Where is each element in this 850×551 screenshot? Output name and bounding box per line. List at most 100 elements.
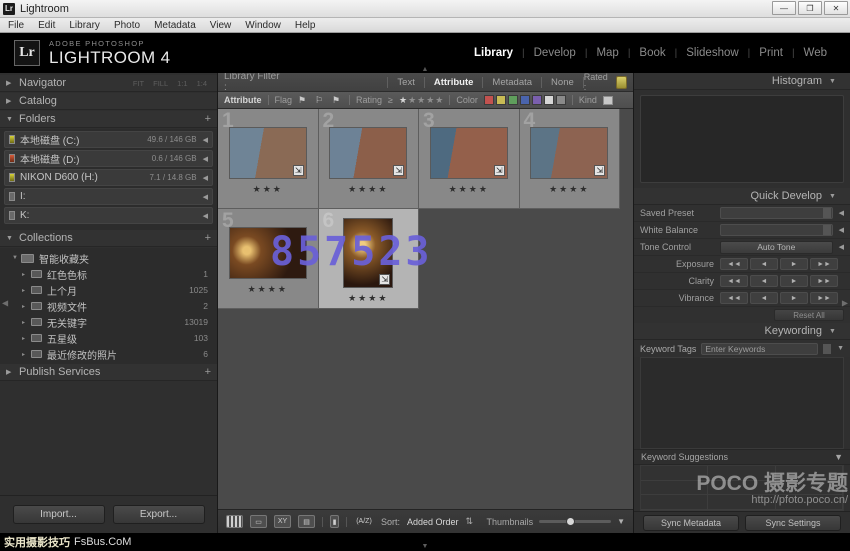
rating-stars[interactable]: ★ ★ ★ ★ ★ <box>399 95 443 106</box>
paint-spray-icon[interactable]: ▮ <box>330 515 339 528</box>
star-3-icon[interactable]: ★ <box>417 95 425 106</box>
suggestion-cell[interactable] <box>708 466 775 481</box>
clarity-increase[interactable]: ► <box>780 275 808 287</box>
filter-tab-metadata[interactable]: Metadata <box>483 77 541 88</box>
sort-az-icon[interactable]: (A/Z) <box>354 515 374 528</box>
filter-tab-none[interactable]: None <box>542 77 583 88</box>
exposure-decrease-large[interactable]: ◄◄ <box>720 258 748 270</box>
photo-thumbnail[interactable]: ⇲ <box>229 127 307 179</box>
list-item[interactable]: ▸ 无关键字 13019 <box>2 314 215 330</box>
slider-knob[interactable] <box>566 517 575 526</box>
filmstrip-collapse-arrow[interactable]: ▼ <box>422 543 429 550</box>
minimize-button[interactable]: — <box>772 1 796 15</box>
photo-grid[interactable]: 1 ⇲ ★★★ 2 ⇲ ★★★★ 3 <box>218 109 633 509</box>
star-2-icon[interactable]: ★ <box>408 95 416 106</box>
swatch-green[interactable] <box>508 95 518 105</box>
list-item[interactable]: ▸ 视频文件 2 <box>2 298 215 314</box>
crop-badge-icon[interactable]: ⇲ <box>379 274 390 285</box>
photo-thumbnail[interactable]: ⇲ <box>530 127 608 179</box>
chevron-left-icon[interactable]: ◀ <box>839 243 844 251</box>
swatch-red[interactable] <box>484 95 494 105</box>
reset-all-button[interactable]: Reset All <box>774 309 844 321</box>
folder-row[interactable]: K: ◀ <box>4 207 213 224</box>
panel-header-publish-services[interactable]: ▶ Publish Services + <box>0 364 217 381</box>
list-item[interactable]: ▸ 五星级 103 <box>2 330 215 346</box>
menu-view[interactable]: View <box>210 20 232 31</box>
grid-cell[interactable]: 3 ⇲ ★★★★ <box>419 109 520 209</box>
menu-photo[interactable]: Photo <box>114 20 140 31</box>
survey-view-icon[interactable]: ▤ <box>298 515 315 528</box>
thumbnail-size-slider[interactable] <box>539 520 611 523</box>
add-publish-service-icon[interactable]: + <box>205 366 211 378</box>
clarity-stepper[interactable]: ◄◄ ◄ ► ►► <box>720 275 838 287</box>
left-panel-collapse-arrow[interactable]: ◀ <box>2 299 8 308</box>
flag-unflagged-icon[interactable]: ⚐ <box>315 95 326 105</box>
suggestion-cell[interactable] <box>708 495 775 510</box>
export-button[interactable]: Export... <box>113 505 205 524</box>
photo-rating[interactable]: ★★★★ <box>449 184 489 195</box>
right-panel-collapse-arrow[interactable]: ▶ <box>842 299 848 308</box>
add-collection-icon[interactable]: + <box>205 232 211 244</box>
vibrance-decrease[interactable]: ◄ <box>750 292 778 304</box>
swatch-purple[interactable] <box>532 95 542 105</box>
add-folder-icon[interactable]: + <box>205 113 211 125</box>
chevron-left-icon[interactable]: ◀ <box>203 136 208 144</box>
photo-rating[interactable]: ★★★★ <box>348 293 388 304</box>
module-library[interactable]: Library <box>465 47 522 59</box>
chevron-left-icon[interactable]: ◀ <box>203 155 208 163</box>
swatch-blue[interactable] <box>520 95 530 105</box>
vibrance-decrease-large[interactable]: ◄◄ <box>720 292 748 304</box>
suggestion-cell[interactable] <box>776 495 843 510</box>
photo-rating[interactable]: ★★★ <box>253 184 283 195</box>
clarity-decrease[interactable]: ◄ <box>750 275 778 287</box>
suggestion-cell[interactable] <box>641 466 708 481</box>
filter-tab-attribute[interactable]: Attribute <box>425 77 483 88</box>
zoom-1-1[interactable]: 1:1 <box>177 79 187 88</box>
swatch-gray[interactable] <box>556 95 566 105</box>
list-item[interactable]: ▸ 最近修改的照片 6 <box>2 346 215 362</box>
panel-header-quick-develop[interactable]: Quick Develop ▼ <box>634 188 850 205</box>
import-button[interactable]: Import... <box>13 505 105 524</box>
photo-thumbnail[interactable] <box>229 227 307 279</box>
grid-cell[interactable]: 1 ⇲ ★★★ <box>218 109 319 209</box>
grid-cell[interactable]: 5 ★★★★ <box>218 209 319 309</box>
grid-cell-selected[interactable]: 6 ⇲ ★★★★ <box>319 209 420 309</box>
white-balance-dropdown[interactable] <box>720 224 833 236</box>
folder-row[interactable]: 本地磁盘 (D:) 0.6 / 146 GB ◀ <box>4 150 213 167</box>
top-panel-collapse-arrow[interactable]: ▲ <box>422 66 429 73</box>
rating-operator[interactable]: ≥ <box>388 95 393 105</box>
suggestion-cell[interactable] <box>776 466 843 481</box>
menu-file[interactable]: File <box>8 20 24 31</box>
module-develop[interactable]: Develop <box>525 47 585 59</box>
chevron-left-icon[interactable]: ◀ <box>839 209 844 217</box>
exposure-increase-large[interactable]: ►► <box>810 258 838 270</box>
flag-pick-icon[interactable]: ⚑ <box>298 95 309 105</box>
panel-header-folders[interactable]: ▼ Folders + <box>0 111 217 128</box>
keyword-suggestions-grid[interactable] <box>640 465 844 511</box>
exposure-stepper[interactable]: ◄◄ ◄ ► ►► <box>720 258 838 270</box>
photo-rating[interactable]: ★★★★ <box>248 284 288 295</box>
grid-view-icon[interactable] <box>226 515 243 528</box>
menu-edit[interactable]: Edit <box>38 20 55 31</box>
crop-badge-icon[interactable]: ⇲ <box>594 165 605 176</box>
photo-rating[interactable]: ★★★★ <box>348 184 388 195</box>
module-map[interactable]: Map <box>587 47 627 59</box>
sort-value[interactable]: Added Order <box>407 517 459 527</box>
sync-settings-button[interactable]: Sync Settings <box>745 515 841 531</box>
close-button[interactable]: ✕ <box>824 1 848 15</box>
crop-badge-icon[interactable]: ⇲ <box>393 165 404 176</box>
star-1-icon[interactable]: ★ <box>399 95 407 106</box>
chevron-left-icon[interactable]: ◀ <box>839 226 844 234</box>
suggestion-cell[interactable] <box>641 495 708 510</box>
folder-row[interactable]: I: ◀ <box>4 188 213 205</box>
panel-header-collections[interactable]: ▼ Collections + <box>0 230 217 247</box>
panel-header-histogram[interactable]: Histogram ▼ <box>634 73 850 90</box>
zoom-fill[interactable]: FILL <box>153 79 168 88</box>
swatch-white[interactable] <box>544 95 554 105</box>
sort-direction-icon[interactable]: ⇅ <box>466 516 474 527</box>
photo-thumbnail[interactable]: ⇲ <box>343 218 393 288</box>
clarity-increase-large[interactable]: ►► <box>810 275 838 287</box>
panel-header-navigator[interactable]: ▶ Navigator FIT FILL 1:1 1:4 <box>0 75 217 92</box>
maximize-button[interactable]: ❐ <box>798 1 822 15</box>
star-5-icon[interactable]: ★ <box>435 95 443 106</box>
